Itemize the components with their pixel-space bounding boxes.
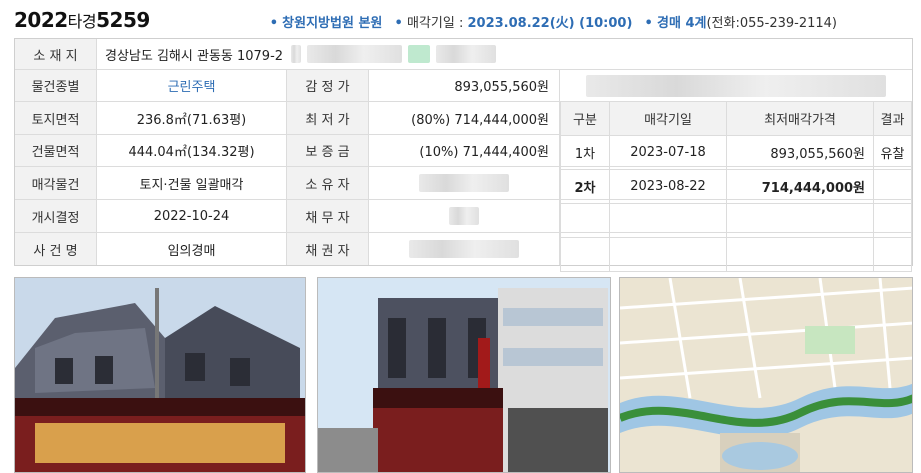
building-label: 건물면적 [15, 135, 97, 166]
debtor-label: 채 무 자 [287, 200, 369, 232]
sale-object-label: 매각물건 [15, 167, 97, 199]
sale-date-label: 매각기일 : [406, 16, 468, 31]
photo-gallery [14, 277, 913, 473]
building-area: 444.04㎡(134.32평) [97, 135, 287, 166]
division-phone: (전화:055-239-2114) [706, 16, 837, 31]
appraisal-label: 감 정 가 [287, 70, 369, 101]
sale-history: 구분 매각기일 최저매각가격 결과 1차 2023-07-18 893,055,… [560, 101, 912, 272]
case-info-table: 소 재 지 경상남도 김해시 관동동 1079-2 물건종별 근린주택 감 정 … [14, 38, 913, 272]
building-photo-1[interactable] [14, 277, 306, 473]
debtor-value [369, 200, 560, 232]
hist-header-result: 결과 [873, 101, 912, 136]
deposit-value: (10%) 71,444,400원 [369, 135, 560, 166]
sale-object-value: 토지·건물 일괄매각 [97, 167, 287, 199]
address-value: 경상남도 김해시 관동동 1079-2 [97, 39, 912, 69]
start-label: 개시결정 [15, 200, 97, 232]
case-number: 2022타경5259 [14, 8, 150, 32]
appraisal-value: 893,055,560원 [369, 70, 560, 101]
property-type[interactable]: 근린주택 [168, 76, 216, 95]
sale-date: 2023.08.22(火) (10:00) [467, 16, 633, 31]
land-area: 236.8㎡(71.63평) [97, 102, 287, 134]
case-name-value: 임의경매 [97, 233, 287, 265]
court-name[interactable]: 창원지방법원 본원 [282, 16, 382, 31]
table-row: 1차 2023-07-18 893,055,560원 유찰 [560, 135, 912, 170]
address-label: 소 재 지 [15, 39, 97, 69]
table-row: 2차 2023-08-22 714,444,000원 [560, 169, 912, 204]
hist-header-date: 매각기일 [609, 101, 727, 136]
division[interactable]: 경매 4계 [657, 16, 706, 31]
min-price-value: (80%) 714,444,000원 [369, 102, 560, 134]
case-header: 2022타경5259 • 창원지방법원 본원 • 매각기일 : 2023.08.… [0, 0, 921, 38]
min-price-label: 최 저 가 [287, 102, 369, 134]
redacted-area [560, 70, 912, 101]
type-label: 물건종별 [15, 70, 97, 101]
row-address: 소 재 지 경상남도 김해시 관동동 1079-2 [15, 39, 912, 70]
creditor-label: 채 권 자 [287, 233, 369, 265]
case-name-label: 사 건 명 [15, 233, 97, 265]
location-map[interactable] [619, 277, 913, 473]
start-date: 2022-10-24 [97, 200, 287, 232]
hist-header-price: 최저매각가격 [726, 101, 874, 136]
case-meta: • 창원지방법원 본원 • 매각기일 : 2023.08.22(火) (10:0… [269, 16, 837, 31]
owner-value [369, 167, 560, 199]
owner-label: 소 유 자 [287, 167, 369, 199]
building-photo-2[interactable] [317, 277, 611, 473]
creditor-value [369, 233, 560, 265]
hist-header-round: 구분 [560, 101, 610, 136]
row-type: 물건종별 근린주택 감 정 가 893,055,560원 [15, 70, 912, 102]
land-label: 토지면적 [15, 102, 97, 134]
deposit-label: 보 증 금 [287, 135, 369, 166]
